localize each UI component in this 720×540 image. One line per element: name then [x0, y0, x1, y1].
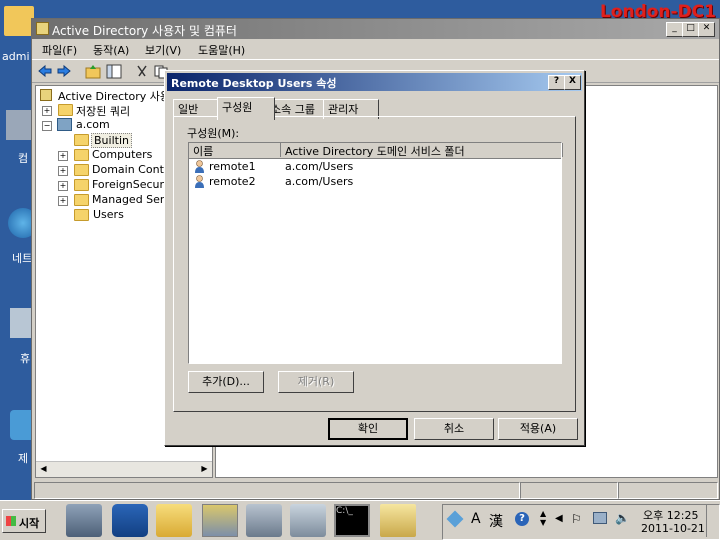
group-policy-icon[interactable] — [290, 504, 326, 537]
ok-button[interactable]: 확인 — [328, 418, 408, 440]
windows-logo-icon — [6, 516, 16, 526]
ou-folder-icon — [74, 164, 89, 176]
properties-dialog: Remote Desktop Users 속성 ? X 일반 구성원 소속 그룹… — [164, 70, 585, 446]
members-list[interactable]: 이름 Active Directory 도메인 서비스 폴더 remote1 a… — [188, 142, 563, 364]
show-console-tree-icon[interactable] — [106, 64, 122, 79]
show-desktop-button[interactable] — [706, 505, 719, 537]
window-titlebar[interactable]: Active Directory 사용자 및 컴퓨터 _ □ ✕ — [32, 19, 719, 39]
expand-icon[interactable]: + — [58, 196, 68, 206]
member-folder: a.com/Users — [285, 175, 354, 188]
status-bar — [32, 481, 719, 499]
scroll-left-icon[interactable]: ◀ — [37, 463, 50, 475]
help-button[interactable]: ? — [548, 75, 565, 90]
close-button[interactable]: X — [564, 75, 581, 90]
close-button[interactable]: ✕ — [698, 22, 715, 37]
menu-view[interactable]: 보기(V) — [145, 42, 181, 58]
status-section — [520, 482, 618, 499]
dialog-title: Remote Desktop Users 속성 — [171, 77, 337, 90]
status-section — [618, 482, 718, 499]
ime-hanja-indicator[interactable]: 漢 — [489, 511, 503, 531]
expand-icon[interactable]: + — [58, 151, 68, 161]
menu-file[interactable]: 파일(F) — [42, 42, 77, 58]
user-icon — [195, 175, 204, 188]
list-header: 이름 Active Directory 도메인 서비스 폴더 — [189, 143, 563, 159]
cancel-button[interactable]: 취소 — [414, 418, 494, 440]
menu-action[interactable]: 동작(A) — [93, 42, 129, 58]
members-tab-panel: 구성원(M): 이름 Active Directory 도메인 서비스 폴더 r… — [173, 116, 576, 412]
dns-manager-icon[interactable] — [246, 504, 282, 537]
ime-language-indicator[interactable]: A — [471, 511, 481, 527]
expand-icon[interactable]: + — [58, 181, 68, 191]
maximize-button[interactable]: □ — [682, 22, 699, 37]
dialog-titlebar[interactable]: Remote Desktop Users 속성 ? X — [167, 73, 582, 91]
member-name: remote1 — [209, 160, 256, 173]
help-icon[interactable]: ? — [515, 512, 529, 526]
desktop-icon-label: 네트 — [12, 252, 33, 265]
scroll-right-icon[interactable]: ▶ — [198, 463, 211, 475]
column-header-folder[interactable]: Active Directory 도메인 서비스 폴더 — [281, 143, 563, 158]
folder-icon — [74, 149, 89, 161]
mmc-app-icon — [36, 22, 49, 35]
show-hidden-icons-icon[interactable]: ◀ — [555, 513, 563, 524]
desktop-icon-label: 컴 — [18, 152, 29, 165]
expand-icon[interactable]: + — [58, 166, 68, 176]
ime-icon[interactable] — [446, 510, 464, 528]
apply-button[interactable]: 적용(A) — [498, 418, 578, 440]
horizontal-scrollbar[interactable]: ◀ ▶ — [36, 461, 212, 477]
list-item[interactable]: remote1 a.com/Users — [189, 159, 561, 174]
folder-icon — [74, 134, 89, 146]
desktop-icon-label: 제 — [18, 452, 29, 465]
start-label: 시작 — [19, 517, 40, 530]
folder-icon — [58, 104, 73, 116]
add-button[interactable]: 추가(D)... — [188, 371, 264, 393]
tray-expand-icon[interactable]: ▲ ▼ — [540, 509, 546, 527]
mmc-snapin-icon — [40, 89, 52, 101]
domain-icon — [57, 118, 72, 131]
back-arrow-icon[interactable] — [37, 64, 53, 79]
cut-icon[interactable] — [134, 64, 150, 79]
minimize-button[interactable]: _ — [666, 22, 683, 37]
tab-members[interactable]: 구성원 — [217, 97, 275, 120]
start-button[interactable]: 시작 — [2, 509, 46, 533]
list-item[interactable]: remote2 a.com/Users — [189, 174, 561, 189]
forward-arrow-icon[interactable] — [56, 64, 72, 79]
up-folder-icon[interactable] — [85, 64, 101, 79]
folder-icon — [74, 194, 89, 206]
notepad-icon[interactable] — [380, 504, 416, 537]
ad-users-computers-icon[interactable] — [202, 504, 238, 537]
expand-icon[interactable]: + — [42, 106, 52, 116]
explorer-folder-icon[interactable] — [156, 504, 192, 537]
notification-area: A 漢 ? ▲ ▼ ◀ ⚐ 🔈 오후 12:25 2011-10-21 — [442, 504, 720, 540]
network-icon[interactable] — [593, 512, 607, 524]
remove-button[interactable]: 제거(R) — [278, 371, 354, 393]
member-name: remote2 — [209, 175, 256, 188]
window-title: Active Directory 사용자 및 컴퓨터 — [52, 24, 237, 38]
command-prompt-icon[interactable]: C:\_ — [334, 504, 370, 537]
desktop-icon-label: 휴 — [20, 352, 31, 365]
tree-item-builtin[interactable]: Builtin — [74, 133, 164, 148]
powershell-icon[interactable] — [112, 504, 148, 537]
member-folder: a.com/Users — [285, 160, 354, 173]
folder-icon — [74, 209, 89, 221]
server-manager-icon[interactable] — [66, 504, 102, 537]
folder-icon — [74, 179, 89, 191]
collapse-icon[interactable]: − — [42, 121, 52, 131]
clock-time[interactable]: 오후 12:25 — [643, 507, 698, 523]
desktop-icon-label: admi — [2, 50, 30, 63]
action-center-flag-icon[interactable]: ⚐ — [571, 512, 582, 526]
members-label: 구성원(M): — [187, 127, 240, 140]
menu-help[interactable]: 도움말(H) — [198, 42, 245, 58]
user-icon — [195, 160, 204, 173]
clock-date[interactable]: 2011-10-21 — [641, 522, 705, 535]
volume-icon[interactable]: 🔈 — [615, 511, 630, 525]
folder-icon[interactable] — [4, 6, 34, 36]
status-section — [34, 482, 520, 499]
menu-bar: 파일(F) 동작(A) 보기(V) 도움말(H) — [32, 39, 719, 59]
column-header-name[interactable]: 이름 — [189, 143, 281, 158]
taskbar: 시작 C:\_ A 漢 ? ▲ ▼ ◀ ⚐ 🔈 오후 12:25 2011-10-… — [0, 500, 720, 540]
